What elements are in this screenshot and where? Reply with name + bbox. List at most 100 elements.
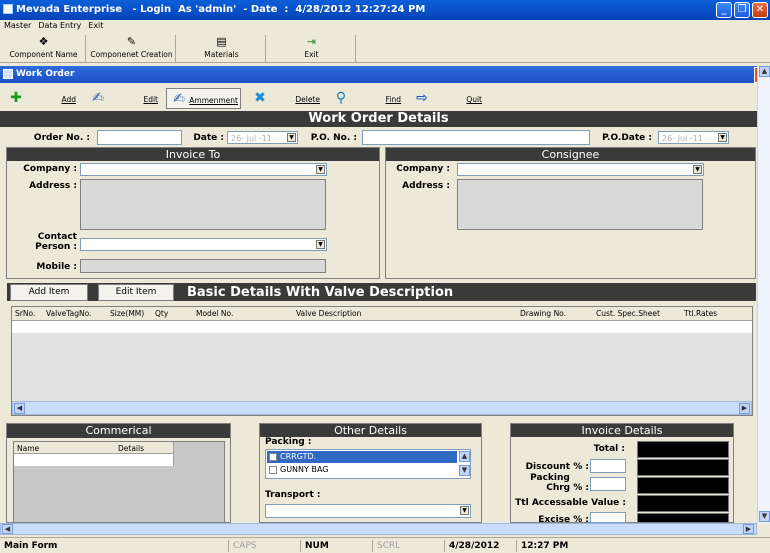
chevron-down-icon[interactable]: ▼ [316,165,325,174]
menu-master[interactable]: Master [0,20,34,30]
items-new-row[interactable] [12,321,752,333]
scroll-right-button[interactable]: ▶ [743,524,754,534]
date-picker[interactable]: 26- Jul -11 ▼ [227,131,298,144]
mobile-input[interactable] [80,259,326,273]
scroll-left-button[interactable]: ◀ [2,524,13,534]
consignee-address-textarea[interactable] [457,179,703,230]
materials-label: Materials [204,50,239,59]
exit-button[interactable]: ⇥ Exit [268,35,356,62]
ttl-accessable-label: Ttl Accessable Value : [515,498,626,508]
commercial-grid-header: Name Details [14,442,174,454]
total-value [637,441,729,458]
transport-select[interactable]: ▼ [265,504,471,518]
contact-label-line1: Contact [37,232,77,242]
packing-option-crrgtd[interactable]: CRRGTD. [267,451,457,463]
add-item-button[interactable]: Add Item [10,284,88,301]
form-hscrollbar[interactable]: ◀ ▶ [0,523,757,535]
packing-checklist[interactable]: CRRGTD. GUNNY BAG ▲ ▼ [265,449,471,479]
exit-label: Exit [304,50,319,59]
commercial-header: Commerical [7,424,230,438]
consignee-address-label: Address : [402,181,450,191]
scroll-down-button[interactable]: ▼ [759,511,770,522]
packing-chrg-input[interactable] [590,477,626,491]
vertical-scrollbar[interactable]: ▲ ▼ [757,66,770,524]
child-window-caption: Work Order [0,66,770,83]
delete-icon: ✖ [254,90,266,106]
commercial-panel: Commerical Name Details [6,423,231,523]
date-value: 26- Jul -11 [231,134,272,143]
minimize-button[interactable]: _ [716,2,732,18]
status-caps: CAPS [228,540,300,552]
creation-icon: ✎ [126,35,137,48]
quit-icon: ⇨ [416,90,428,106]
order-no-label: Order No. : [33,133,90,143]
invoice-company-select[interactable]: ▼ [80,163,327,176]
excise-value [637,513,729,523]
component-name-label: Component Name [9,50,78,59]
component-name-button[interactable]: ❖ Component Name [2,35,86,62]
contact-person-select[interactable]: ▼ [80,238,327,251]
edit-item-button[interactable]: Edit Item [98,284,174,301]
find-label: Find [385,95,401,104]
work-order-details-header: Work Order Details [0,111,757,127]
component-creation-button[interactable]: ✎ Componenet Creation [88,35,176,62]
order-no-input[interactable] [97,130,182,145]
scroll-up-button[interactable]: ▲ [759,66,770,77]
delete-button[interactable]: ✖ Delete [248,88,322,109]
window-title: Mevada Enterprise - Login As 'admin' - D… [16,4,426,15]
main-toolbar: ❖ Component Name ✎ Componenet Creation ▤… [0,33,770,63]
discount-input[interactable] [590,459,626,473]
component-creation-label: Componenet Creation [90,50,173,59]
ammenment-button[interactable]: ✍ Ammenment [166,88,241,109]
checkbox[interactable] [269,466,277,474]
total-label: Total : [593,444,625,454]
edit-button[interactable]: ✍ Edit [86,88,160,109]
packing-option-gunny-bag[interactable]: GUNNY BAG [267,464,457,476]
checkbox[interactable] [269,453,277,461]
packing-scroll-down[interactable]: ▼ [459,465,470,476]
items-grid[interactable]: SrNo. ValveTagNo. Size(MM) Qty Model No.… [11,306,753,416]
col-qty: Qty [155,309,169,318]
quit-button[interactable]: ⇨ Quit [410,88,484,109]
close-button[interactable]: ✕ [752,2,768,18]
menu-exit[interactable]: Exit [84,20,106,30]
status-form: Main Form [4,541,58,551]
packing-scroll-up[interactable]: ▲ [459,451,470,462]
chevron-down-icon[interactable]: ▼ [460,506,469,515]
col-srno: SrNo. [15,309,36,318]
consignee-company-select[interactable]: ▼ [457,163,704,176]
scroll-right-button[interactable]: ▶ [739,403,750,414]
find-button[interactable]: ⚲ Find [329,88,403,109]
materials-button[interactable]: ▤ Materials [178,35,266,62]
delete-label: Delete [295,95,320,104]
add-button[interactable]: ✚ Add [4,88,78,109]
col-model-no: Model No. [196,309,234,318]
po-date-picker[interactable]: 26- Jul -11 ▼ [658,131,729,144]
chevron-down-icon[interactable]: ▼ [287,133,296,142]
po-no-input[interactable] [362,130,590,145]
commercial-new-row[interactable] [14,454,174,466]
component-icon: ❖ [38,35,49,48]
scroll-left-button[interactable]: ◀ [14,403,25,414]
items-hscrollbar[interactable]: ◀ ▶ [12,401,752,415]
po-no-label: P.O. No. : [310,133,357,143]
commercial-grid[interactable]: Name Details [13,441,225,523]
mobile-label: Mobile : [36,262,77,272]
search-icon: ⚲ [335,90,347,106]
col-valve-description: Valve Description [296,309,362,318]
contact-label-line2: Person : [35,242,77,252]
chevron-down-icon[interactable]: ▼ [718,133,727,142]
window-titlebar: Mevada Enterprise - Login As 'admin' - D… [0,0,770,20]
menu-data-entry[interactable]: Data Entry [34,20,84,30]
col-ttl-rates: Ttl.Rates [684,309,718,318]
invoice-address-textarea[interactable] [80,179,326,230]
packing-option-label: GUNNY BAG [280,465,329,474]
date-label: Date : [193,133,224,143]
restore-button[interactable]: ❐ [734,2,750,18]
excise-input[interactable] [590,512,626,523]
chevron-down-icon[interactable]: ▼ [316,240,325,249]
chevron-down-icon[interactable]: ▼ [693,165,702,174]
col-size: Size(MM) [110,309,145,318]
ammenment-icon: ✍ [173,91,185,107]
packing-chrg-value [637,477,729,494]
